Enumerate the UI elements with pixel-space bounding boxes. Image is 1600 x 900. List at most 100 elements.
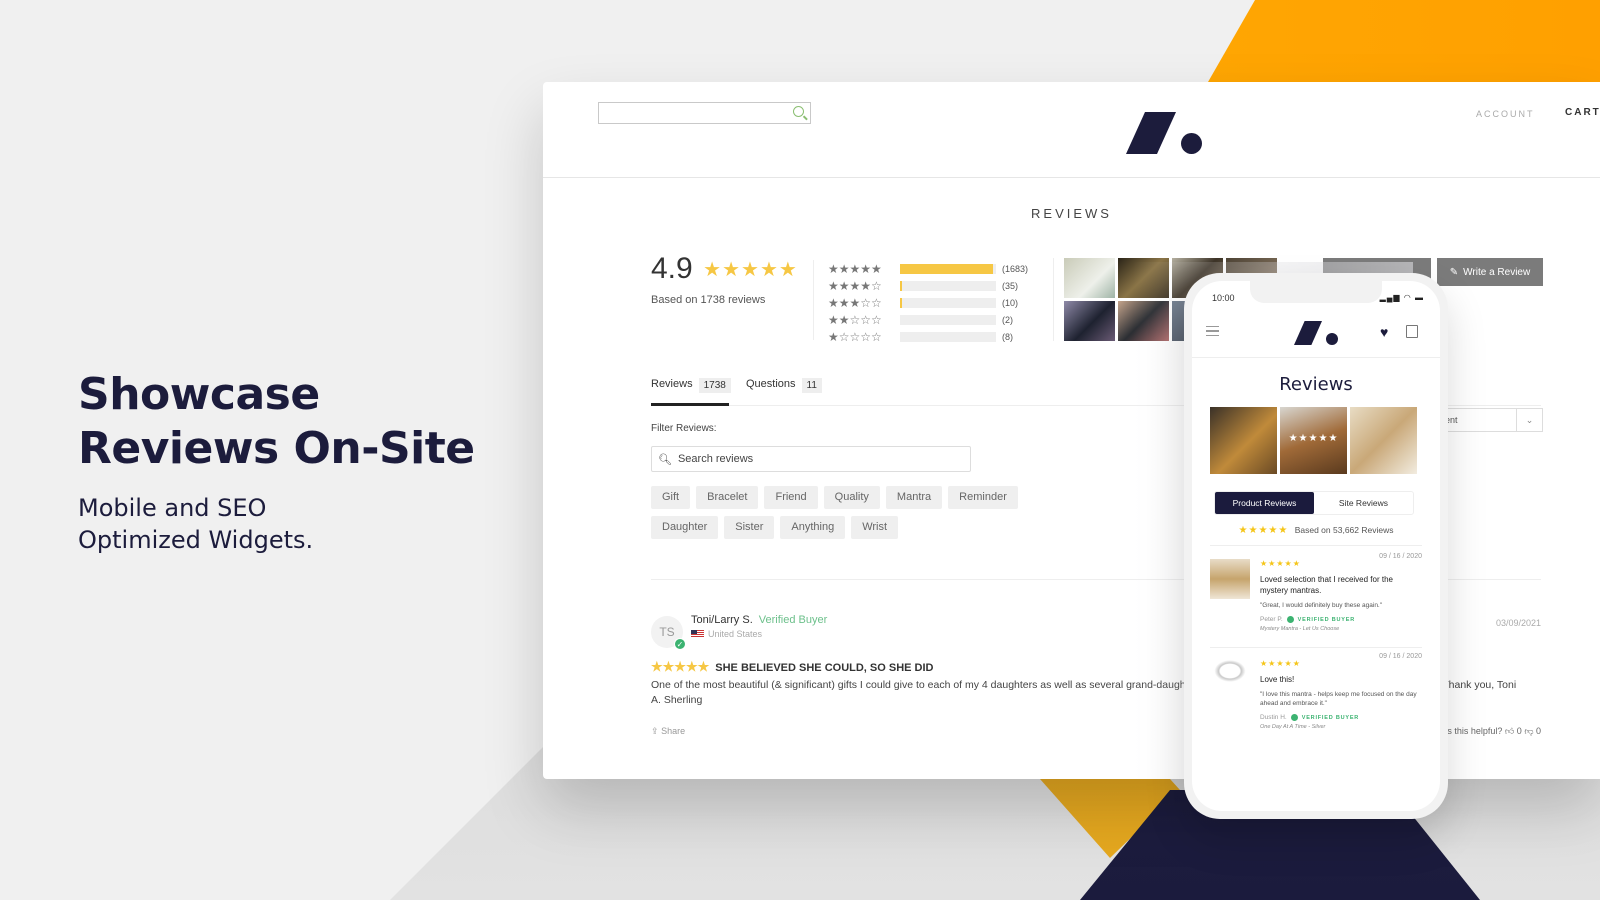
store-search-input[interactable] <box>598 102 811 124</box>
location-text: United States <box>708 629 763 639</box>
histogram-count: (8) <box>1002 331 1013 342</box>
reviewer-location: United States <box>691 629 762 639</box>
histogram-row-5[interactable]: ★★★★★ (1683) <box>828 260 1028 277</box>
mobile-logo[interactable] <box>1294 321 1338 345</box>
mobile-review-author-line: Dustin H. VERIFIED BUYER <box>1260 714 1422 721</box>
histogram-bar <box>900 314 996 325</box>
histogram-count: (10) <box>1002 297 1019 308</box>
mobile-review-content: ★★★★★ 09 / 16 / 2020 Love this! "I love … <box>1260 653 1422 730</box>
us-flag-icon <box>691 630 704 638</box>
mobile-review-item: ★★★★★ 09 / 16 / 2020 Love this! "I love … <box>1210 653 1422 743</box>
histogram-bar <box>900 280 996 291</box>
reviewer-name: Toni/Larry S. <box>691 614 753 626</box>
share-icon: ⇪ <box>651 726 659 736</box>
thumbs-down-icon[interactable]: 👎︎ <box>1524 726 1533 736</box>
mobile-photo[interactable]: ★★★★★ <box>1280 407 1347 474</box>
filter-chip[interactable]: Wrist <box>851 516 899 539</box>
logo-dot-icon <box>1326 333 1338 345</box>
histogram-count: (2) <box>1002 314 1013 325</box>
hero-headline: Showcase Reviews On-Site <box>78 368 475 476</box>
write-review-button[interactable]: ✎ Write a Review <box>1437 258 1543 286</box>
verified-buyer-badge: VERIFIED BUYER <box>1301 714 1360 721</box>
histogram-count: (35) <box>1002 280 1019 291</box>
edit-icon: ✎ <box>1449 266 1459 278</box>
mobile-based-on: ★★★★★ Based on 53,662 Reviews <box>1192 525 1440 536</box>
histogram-bar-fill <box>900 263 994 274</box>
filter-chip[interactable]: Anything <box>780 516 846 539</box>
mobile-phone-mockup: 10:00 ▂▄▆ ◠ ▬ ♥ Reviews ★★★★★ Product Re… <box>1184 273 1448 819</box>
tab-reviews-label: Reviews <box>651 378 693 390</box>
mobile-divider <box>1210 647 1422 648</box>
review-title: SHE BELIEVED SHE COULD, SO SHE DID <box>715 662 934 674</box>
customer-photo[interactable] <box>1064 258 1115 298</box>
status-time: 10:00 <box>1212 293 1235 303</box>
histogram-bar-fill <box>900 280 902 291</box>
search-icon[interactable] <box>793 106 804 117</box>
nav-cart-link[interactable]: CART <box>1565 107 1600 118</box>
filter-search-input[interactable]: 🔍︎ Search reviews <box>651 446 971 472</box>
mobile-photo[interactable] <box>1210 407 1277 474</box>
phone-notch <box>1250 281 1382 303</box>
hero-copy: Showcase Reviews On-Site Mobile and SEO … <box>78 368 475 556</box>
shopping-bag-icon[interactable] <box>1406 325 1418 338</box>
mobile-reviews-title: Reviews <box>1279 374 1353 395</box>
filter-chip[interactable]: Gift <box>651 486 691 509</box>
filter-chip[interactable]: Sister <box>724 516 775 539</box>
row-stars-icon: ★★☆☆☆ <box>828 312 882 327</box>
histogram-row-1[interactable]: ★☆☆☆☆ (8) <box>828 328 1028 345</box>
histogram-row-4[interactable]: ★★★★☆ (35) <box>828 277 1028 294</box>
chevron-down-icon[interactable]: ⌄ <box>1516 409 1542 431</box>
histogram-row-2[interactable]: ★★☆☆☆ (2) <box>828 311 1028 328</box>
hamburger-menu-icon[interactable] <box>1206 326 1219 336</box>
mobile-photo-row: ★★★★★ <box>1210 407 1417 474</box>
mobile-review-title: Loved selection that I received for the … <box>1260 575 1393 595</box>
filter-chip[interactable]: Bracelet <box>696 486 759 509</box>
mobile-review-date: 09 / 16 / 2020 <box>1379 553 1422 560</box>
logo-slash-icon <box>1294 321 1322 345</box>
mobile-divider <box>1210 545 1422 546</box>
store-logo[interactable] <box>1126 112 1202 154</box>
average-stars-icon: ★★★★★ <box>703 258 798 281</box>
filter-chip[interactable]: Daughter <box>651 516 719 539</box>
subhead-line-2: Optimized Widgets. <box>78 526 314 554</box>
share-button[interactable]: ⇪ Share <box>651 726 685 737</box>
photo-stars-overlay: ★★★★★ <box>1288 433 1339 444</box>
histogram-row-3[interactable]: ★★★☆☆ (10) <box>828 294 1028 311</box>
mobile-review-product: One Day At A Time - Silver <box>1260 724 1326 730</box>
review-title-line: ★★★★★ SHE BELIEVED SHE COULD, SO SHE DID <box>651 659 933 675</box>
mobile-header-divider <box>1192 357 1440 358</box>
filter-chip[interactable]: Mantra <box>885 486 943 509</box>
tab-questions[interactable]: Questions 11 <box>746 378 822 406</box>
histogram-count: (1683) <box>1002 263 1029 274</box>
tab-reviews[interactable]: Reviews 1738 <box>651 378 731 406</box>
heart-icon[interactable]: ♥ <box>1380 324 1388 340</box>
headline-line-2: Reviews On-Site <box>78 423 475 474</box>
customer-photo[interactable] <box>1118 301 1169 341</box>
product-thumbnail[interactable] <box>1210 657 1250 685</box>
row-stars-icon: ★★★☆☆ <box>828 295 882 310</box>
mobile-photo[interactable] <box>1350 407 1417 474</box>
reviewer-avatar: TS ✓ <box>651 616 686 650</box>
filter-chip[interactable]: Quality <box>823 486 880 509</box>
histogram-bar <box>900 297 996 308</box>
logo-dot-icon <box>1181 133 1202 154</box>
review-stars-icon: ★★★★★ <box>651 659 710 674</box>
rating-summary: 4.9 ★★★★★ Based on 1738 reviews <box>651 252 798 306</box>
headline-line-1: Showcase <box>78 369 320 420</box>
reviewer-initials: TS <box>659 625 675 639</box>
histogram-bar <box>900 263 996 274</box>
site-reviews-tab[interactable]: Site Reviews <box>1314 492 1413 514</box>
customer-photo[interactable] <box>1118 258 1169 298</box>
filter-chip[interactable]: Friend <box>764 486 818 509</box>
mobile-review-quote: "I love this mantra - helps keep me focu… <box>1260 691 1417 707</box>
based-on-count: Based on 1738 reviews <box>651 294 766 306</box>
reviews-type-toggle: Product Reviews Site Reviews <box>1214 491 1414 515</box>
thumbs-up-icon[interactable]: 👍︎ <box>1505 726 1514 736</box>
mobile-review-author: Dustin H. <box>1260 714 1287 721</box>
customer-photo[interactable] <box>1064 301 1115 341</box>
nav-account-link[interactable]: ACCOUNT <box>1476 109 1535 119</box>
product-thumbnail[interactable] <box>1210 559 1250 599</box>
product-reviews-tab[interactable]: Product Reviews <box>1215 492 1314 514</box>
background-yellow-shape <box>1208 0 1600 82</box>
filter-chip[interactable]: Reminder <box>948 486 1018 509</box>
